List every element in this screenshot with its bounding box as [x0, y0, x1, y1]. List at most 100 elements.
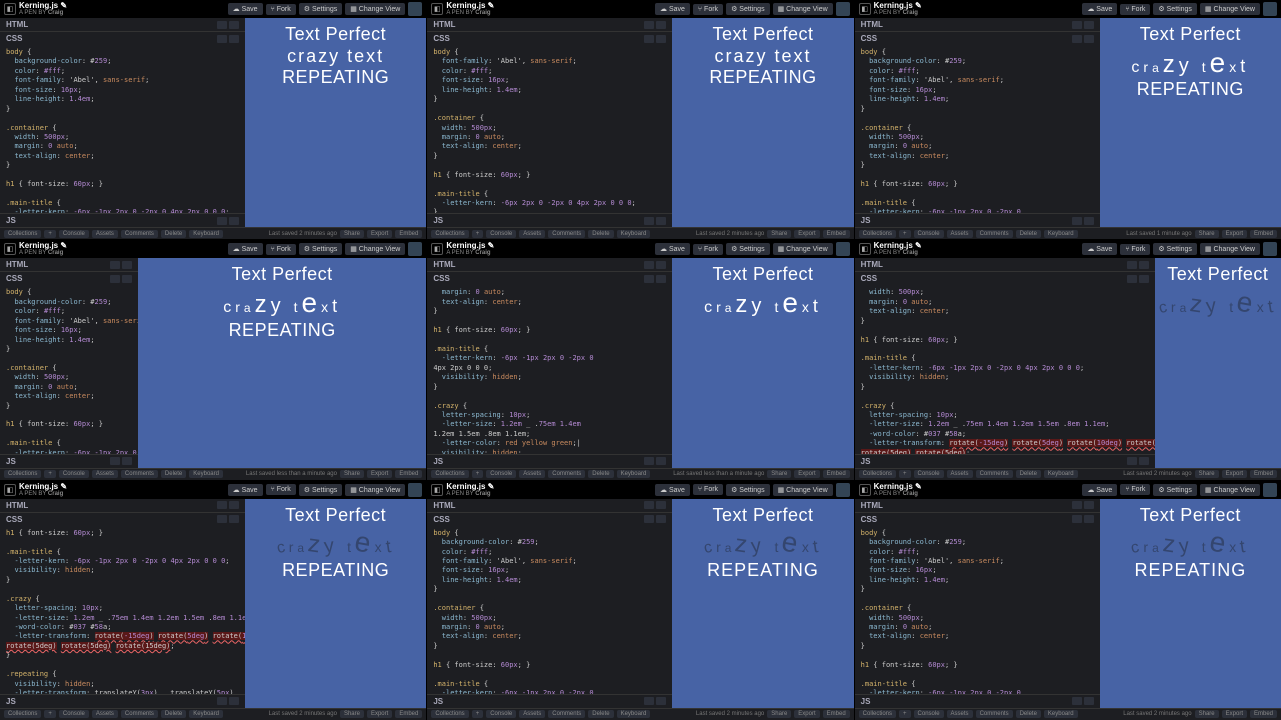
bottombar-item[interactable]: Export: [367, 230, 392, 238]
pen-title[interactable]: Kerning.js ✎: [874, 483, 1080, 491]
gear-icon[interactable]: [644, 261, 654, 269]
pen-title[interactable]: Kerning.js ✎: [19, 2, 225, 10]
chevron-down-icon[interactable]: [1084, 697, 1094, 705]
panel-header-js[interactable]: JS: [0, 213, 245, 227]
chevron-down-icon[interactable]: [122, 457, 132, 465]
bottombar-item[interactable]: Keyboard: [189, 710, 223, 718]
panel-header-js[interactable]: JS: [855, 694, 1100, 708]
bottombar-item[interactable]: +: [44, 230, 56, 238]
bottombar-item[interactable]: +: [899, 710, 911, 718]
bottombar-item[interactable]: Export: [367, 710, 392, 718]
chevron-down-icon[interactable]: [656, 217, 666, 225]
chevron-down-icon[interactable]: [1139, 275, 1149, 283]
panel-header-html[interactable]: HTML: [0, 258, 138, 271]
bottombar-item[interactable]: Keyboard: [617, 470, 651, 478]
bottombar-item[interactable]: Collections: [431, 230, 468, 238]
bottombar-item[interactable]: Comments: [121, 470, 158, 478]
bottombar-item[interactable]: Share: [767, 230, 791, 238]
panel-header-html[interactable]: HTML: [855, 499, 1100, 512]
gear-icon[interactable]: [217, 515, 227, 523]
settings-button[interactable]: ⚙ Settings: [299, 243, 343, 255]
bottombar-item[interactable]: Export: [794, 230, 819, 238]
save-button[interactable]: ☁ Save: [228, 243, 263, 255]
gear-icon[interactable]: [110, 457, 120, 465]
panel-header-css[interactable]: CSS: [427, 31, 672, 45]
chevron-down-icon[interactable]: [229, 35, 239, 43]
bottombar-item[interactable]: Console: [486, 230, 516, 238]
bottombar-item[interactable]: Embed: [1250, 470, 1277, 478]
panel-header-html[interactable]: HTML: [427, 18, 672, 31]
chevron-down-icon[interactable]: [656, 501, 666, 509]
gear-icon[interactable]: [217, 35, 227, 43]
gear-icon[interactable]: [217, 21, 227, 29]
bottombar-item[interactable]: Delete: [1016, 230, 1041, 238]
settings-button[interactable]: ⚙ Settings: [726, 243, 770, 255]
bottombar-item[interactable]: Comments: [121, 230, 158, 238]
bottombar-item[interactable]: Keyboard: [617, 230, 651, 238]
bottombar-item[interactable]: Share: [1195, 230, 1219, 238]
bottombar-item[interactable]: Embed: [395, 230, 422, 238]
settings-button[interactable]: ⚙ Settings: [299, 3, 343, 15]
bottombar-item[interactable]: Assets: [92, 470, 118, 478]
panel-header-js[interactable]: JS: [427, 694, 672, 708]
gear-icon[interactable]: [1072, 217, 1082, 225]
avatar[interactable]: [1263, 2, 1277, 16]
gear-icon[interactable]: [1127, 275, 1137, 283]
css-editor[interactable]: body { font-family: 'Abel', sans-serif; …: [427, 45, 672, 213]
css-editor[interactable]: width: 500px; margin: 0 auto; text-align…: [855, 285, 1155, 453]
bottombar-item[interactable]: Delete: [161, 710, 186, 718]
bottombar-item[interactable]: Share: [1195, 710, 1219, 718]
settings-button[interactable]: ⚙ Settings: [1153, 243, 1197, 255]
bottombar-item[interactable]: Assets: [947, 230, 973, 238]
bottombar-item[interactable]: Embed: [823, 230, 850, 238]
gear-icon[interactable]: [1072, 35, 1082, 43]
panel-header-js[interactable]: JS: [427, 213, 672, 227]
bottombar-item[interactable]: Collections: [4, 230, 41, 238]
bottombar-item[interactable]: Embed: [395, 470, 422, 478]
save-button[interactable]: ☁ Save: [1082, 484, 1117, 496]
codepen-logo-icon[interactable]: ◧: [431, 243, 443, 255]
bottombar-item[interactable]: +: [899, 230, 911, 238]
gear-icon[interactable]: [1072, 501, 1082, 509]
bottombar-item[interactable]: Console: [486, 710, 516, 718]
panel-header-html[interactable]: HTML: [427, 499, 672, 512]
bottombar-item[interactable]: Embed: [823, 710, 850, 718]
panel-header-css[interactable]: CSS: [855, 271, 1155, 285]
change-view-button[interactable]: ▦ Change View: [1200, 243, 1260, 255]
bottombar-item[interactable]: Assets: [519, 230, 545, 238]
bottombar-item[interactable]: Share: [767, 710, 791, 718]
bottombar-item[interactable]: Share: [340, 470, 364, 478]
codepen-logo-icon[interactable]: ◧: [4, 3, 16, 15]
css-editor[interactable]: body { background-color: #259; color: #f…: [855, 45, 1100, 213]
bottombar-item[interactable]: Collections: [431, 710, 468, 718]
settings-button[interactable]: ⚙ Settings: [299, 484, 343, 496]
chevron-down-icon[interactable]: [1139, 457, 1149, 465]
bottombar-item[interactable]: Collections: [4, 470, 41, 478]
panel-header-css[interactable]: CSS: [427, 512, 672, 526]
settings-button[interactable]: ⚙ Settings: [1153, 3, 1197, 15]
gear-icon[interactable]: [1072, 21, 1082, 29]
bottombar-item[interactable]: Assets: [519, 710, 545, 718]
save-button[interactable]: ☁ Save: [1082, 243, 1117, 255]
chevron-down-icon[interactable]: [656, 35, 666, 43]
bottombar-item[interactable]: Share: [767, 470, 791, 478]
pen-title[interactable]: Kerning.js ✎: [874, 242, 1080, 250]
bottombar-item[interactable]: Comments: [976, 710, 1013, 718]
gear-icon[interactable]: [644, 217, 654, 225]
bottombar-item[interactable]: Assets: [519, 470, 545, 478]
pen-title[interactable]: Kerning.js ✎: [874, 2, 1080, 10]
settings-button[interactable]: ⚙ Settings: [726, 3, 770, 15]
bottombar-item[interactable]: Delete: [161, 470, 186, 478]
bottombar-item[interactable]: Comments: [121, 710, 158, 718]
codepen-logo-icon[interactable]: ◧: [859, 3, 871, 15]
save-button[interactable]: ☁ Save: [655, 3, 690, 15]
bottombar-item[interactable]: Embed: [1250, 230, 1277, 238]
gear-icon[interactable]: [217, 217, 227, 225]
bottombar-item[interactable]: Keyboard: [189, 470, 223, 478]
bottombar-item[interactable]: Console: [59, 710, 89, 718]
bottombar-item[interactable]: Delete: [1016, 710, 1041, 718]
bottombar-item[interactable]: Share: [1195, 470, 1219, 478]
bottombar-item[interactable]: Console: [59, 470, 89, 478]
bottombar-item[interactable]: Share: [340, 230, 364, 238]
bottombar-item[interactable]: Comments: [976, 470, 1013, 478]
